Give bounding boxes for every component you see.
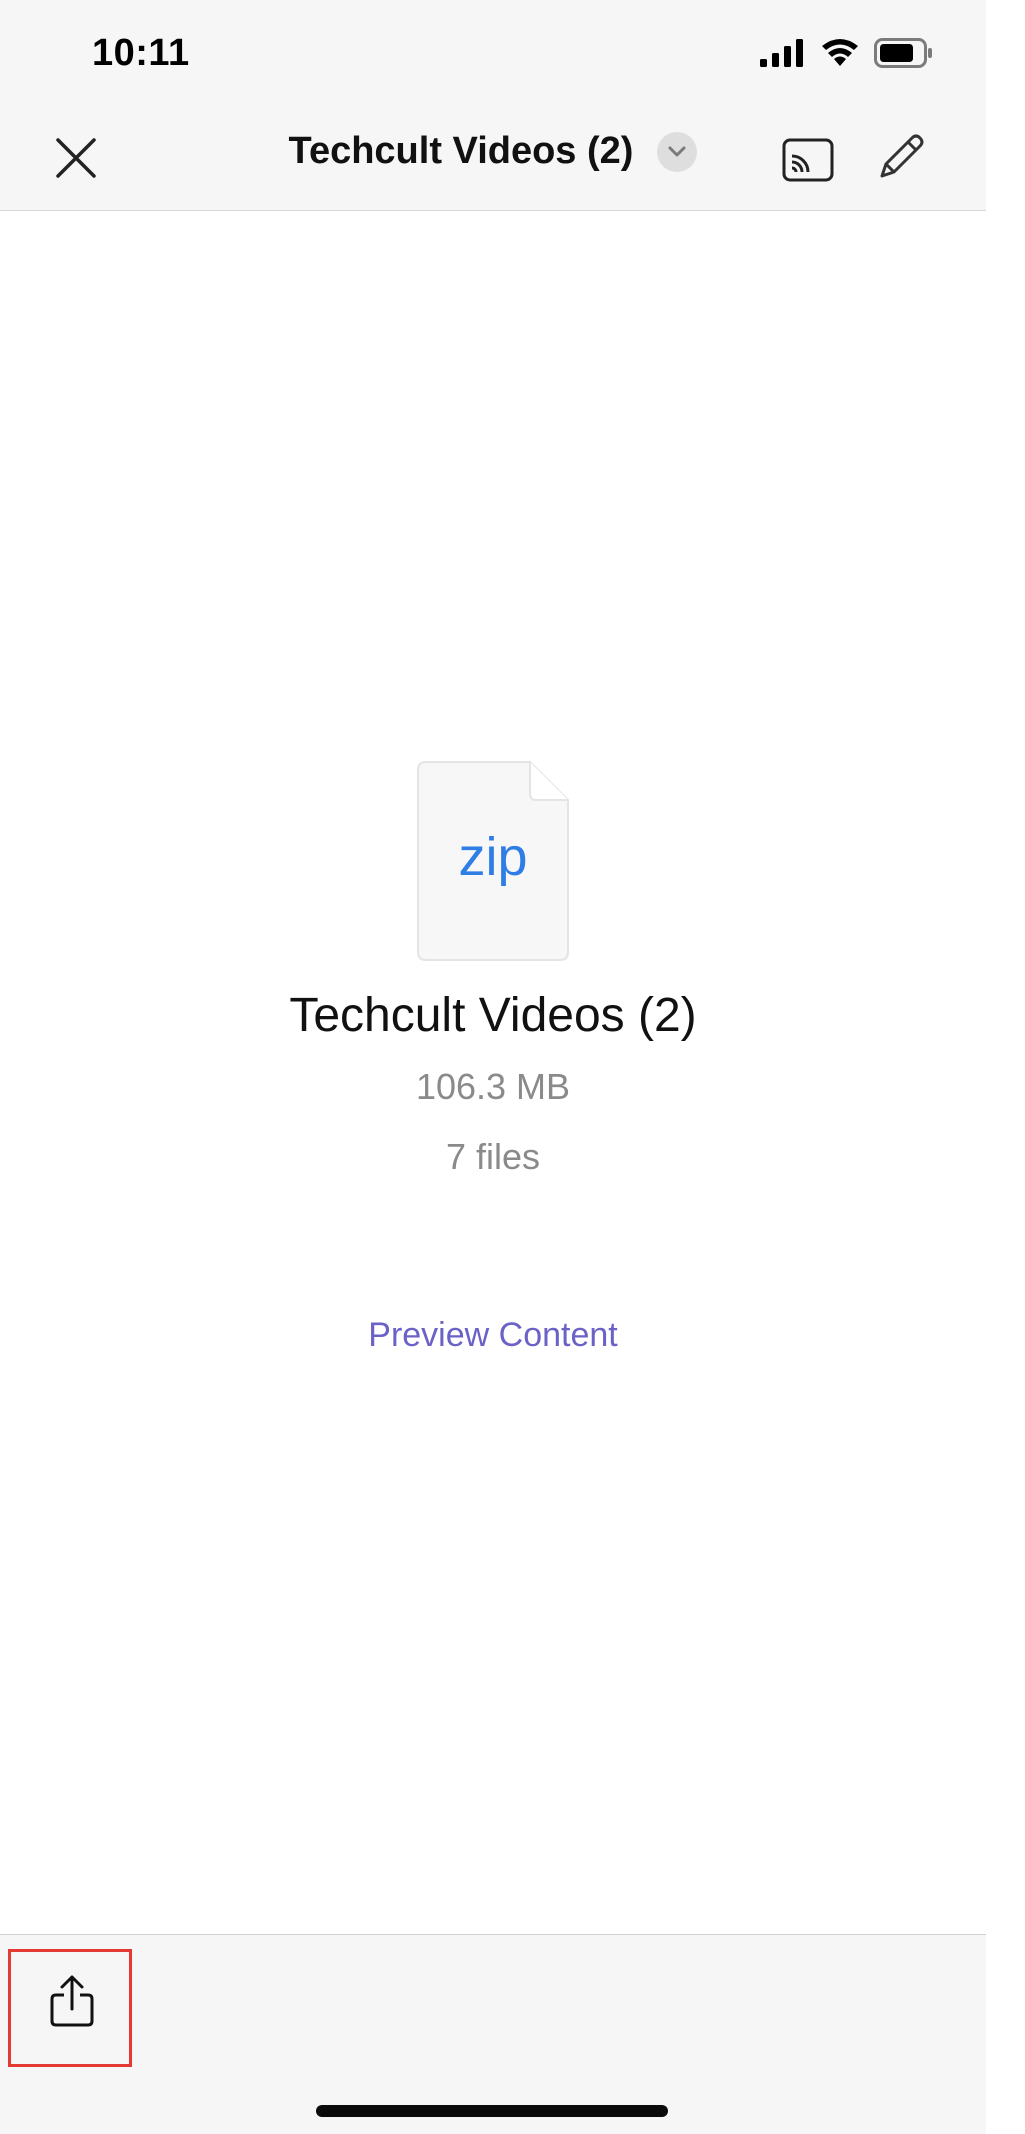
share-icon[interactable] xyxy=(48,1973,96,2029)
preview-content-link[interactable]: Preview Content xyxy=(0,1316,986,1355)
home-indicator xyxy=(316,2105,668,2117)
page-title: Techcult Videos (2) xyxy=(288,130,634,172)
cast-icon[interactable] xyxy=(782,138,834,182)
page-margin xyxy=(986,0,1025,2133)
wifi-icon xyxy=(822,39,858,66)
status-icons xyxy=(760,38,934,68)
status-time: 10:11 xyxy=(92,32,190,74)
bottom-toolbar xyxy=(0,1934,986,2134)
battery-icon xyxy=(874,38,932,68)
file-count: 7 files xyxy=(445,1136,541,1177)
signal-icon xyxy=(760,39,803,67)
top-bar: 10:11 Techcult Videos (2) xyxy=(0,0,986,211)
file-name: Techcult Videos (2) xyxy=(289,989,697,1042)
file-size: 106.3 MB xyxy=(415,1066,571,1107)
file-extension-label: zip xyxy=(458,827,528,887)
phone-screen: 10:11 Techcult Videos (2) zip Techcult V… xyxy=(0,0,986,2134)
chevron-down-icon xyxy=(657,131,698,172)
pencil-icon[interactable] xyxy=(872,130,928,186)
title-dropdown[interactable]: Techcult Videos (2) xyxy=(0,130,986,173)
